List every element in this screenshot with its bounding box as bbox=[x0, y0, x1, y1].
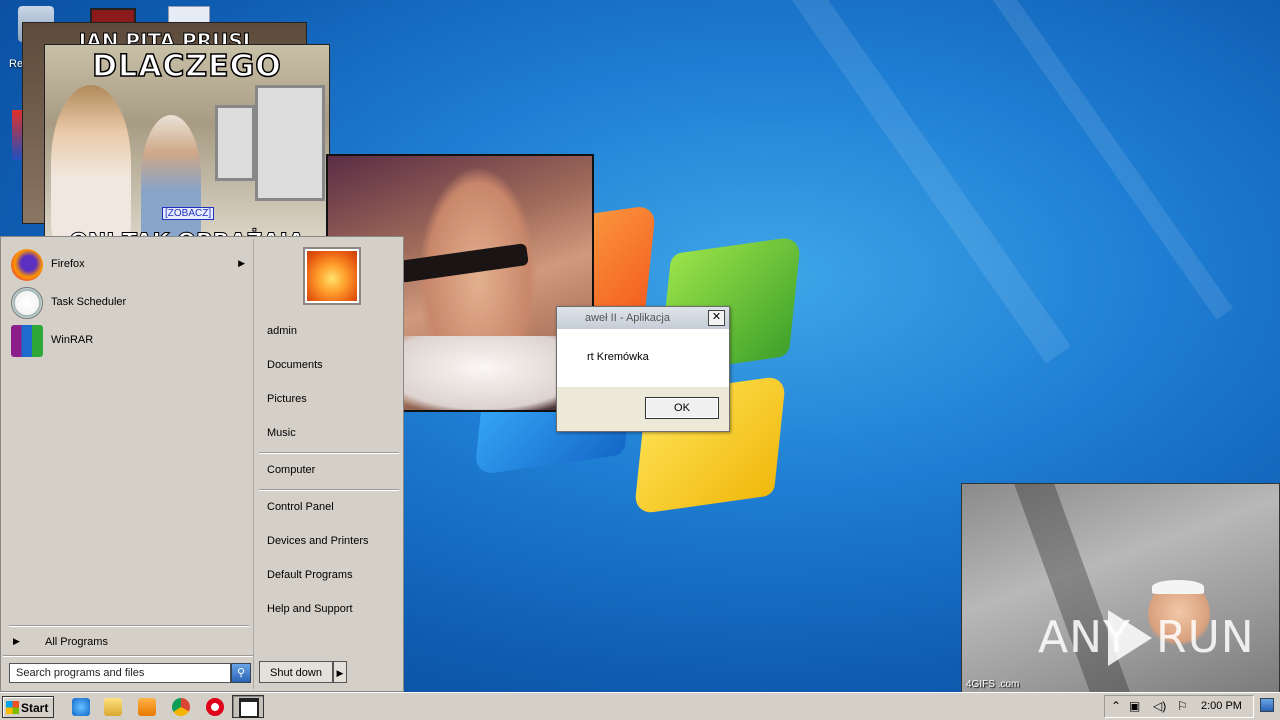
search-input[interactable]: Search programs and files bbox=[9, 663, 231, 683]
search-icon[interactable]: ⚲ bbox=[231, 663, 251, 683]
program-label: Firefox bbox=[51, 258, 85, 270]
show-desktop-icon[interactable] bbox=[1260, 698, 1274, 712]
dialog-message: rt Kremówka bbox=[587, 351, 649, 363]
winrar-icon bbox=[11, 325, 43, 357]
firefox-icon bbox=[11, 249, 43, 281]
clock-icon bbox=[11, 287, 43, 319]
start-item-pictures[interactable]: Pictures bbox=[267, 393, 307, 405]
program-winrar[interactable]: WinRAR bbox=[11, 323, 251, 357]
shutdown-button[interactable]: Shut down bbox=[259, 661, 333, 683]
start-menu-separator bbox=[9, 625, 249, 627]
start-button[interactable]: Start bbox=[2, 696, 54, 718]
flag-icon[interactable]: ⚐ bbox=[1177, 699, 1188, 713]
start-item-help-support[interactable]: Help and Support bbox=[267, 603, 353, 615]
submenu-arrow-icon: ▶ bbox=[238, 258, 245, 268]
window-icon bbox=[239, 698, 259, 718]
internet-explorer-icon[interactable] bbox=[72, 698, 90, 716]
person-graphic bbox=[141, 115, 201, 241]
opera-icon[interactable] bbox=[206, 698, 224, 716]
monitor-graphic bbox=[255, 85, 325, 201]
program-label: Task Scheduler bbox=[51, 296, 127, 308]
start-item-music[interactable]: Music bbox=[267, 427, 296, 439]
all-programs-button[interactable]: ▶ All Programs bbox=[13, 635, 243, 651]
show-hidden-icons-icon[interactable]: ⌃ bbox=[1111, 699, 1121, 713]
dialog-close-button[interactable]: ✕ bbox=[708, 310, 725, 326]
start-item-admin[interactable]: admin bbox=[267, 325, 297, 337]
person-graphic bbox=[51, 85, 131, 241]
wallpaper-beam bbox=[987, 0, 1233, 320]
taskbar-window-button[interactable] bbox=[232, 695, 264, 718]
dialog-title: aweł II - Aplikacja bbox=[557, 307, 729, 329]
program-task-scheduler[interactable]: Task Scheduler bbox=[11, 285, 251, 319]
windows-flag-icon bbox=[6, 701, 19, 714]
start-menu-separator bbox=[3, 655, 253, 657]
shutdown-options-arrow-icon[interactable]: ▶ bbox=[333, 661, 347, 683]
start-label: Start bbox=[21, 701, 49, 715]
start-item-default-programs[interactable]: Default Programs bbox=[267, 569, 353, 581]
start-menu-separator bbox=[259, 452, 399, 454]
start-item-control-panel[interactable]: Control Panel bbox=[267, 501, 334, 513]
zobacz-link[interactable]: [ZOBACZ] bbox=[162, 207, 215, 220]
explorer-icon[interactable] bbox=[104, 698, 122, 716]
start-menu-separator bbox=[259, 489, 399, 491]
message-dialog[interactable]: aweł II - Aplikacja ✕ rt Kremówka OK bbox=[556, 306, 730, 432]
taskbar: Start ⌃ ▣ ◁) ⚐ 2:00 PM bbox=[0, 692, 1280, 720]
program-label: WinRAR bbox=[51, 334, 94, 346]
recycle-bin-label: Re bbox=[9, 58, 24, 70]
watermark-right: RUN bbox=[1156, 612, 1255, 663]
dialog-body: rt Kremówka bbox=[557, 329, 729, 387]
gif-caption: 4GIFS .com bbox=[966, 679, 1020, 690]
program-firefox[interactable]: Firefox ▶ bbox=[11, 247, 251, 281]
chrome-icon[interactable] bbox=[172, 698, 190, 716]
system-tray: ⌃ ▣ ◁) ⚐ 2:00 PM bbox=[1104, 695, 1254, 718]
gif-cap bbox=[1152, 580, 1204, 594]
volume-icon[interactable]: ◁) bbox=[1153, 699, 1166, 713]
start-item-devices-printers[interactable]: Devices and Printers bbox=[267, 535, 369, 547]
user-avatar[interactable] bbox=[303, 247, 361, 305]
start-menu: Firefox ▶ Task Scheduler WinRAR ▶ All Pr… bbox=[0, 236, 404, 692]
watermark-play-icon bbox=[1108, 610, 1152, 666]
start-item-computer[interactable]: Computer bbox=[267, 464, 315, 476]
monitor-graphic bbox=[215, 105, 255, 181]
dialog-ok-button[interactable]: OK bbox=[645, 397, 719, 419]
media-player-icon[interactable] bbox=[138, 698, 156, 716]
meme-image-window[interactable]: DLACZEGO [ZOBACZ] ONI TAK OBRAŻAJĄ bbox=[44, 44, 330, 242]
start-menu-places-pane: admin Documents Pictures Music Computer … bbox=[255, 239, 401, 689]
clock[interactable]: 2:00 PM bbox=[1201, 700, 1242, 712]
start-item-documents[interactable]: Documents bbox=[267, 359, 323, 371]
all-programs-label: All Programs bbox=[45, 636, 108, 648]
start-menu-programs-pane: Firefox ▶ Task Scheduler WinRAR ▶ All Pr… bbox=[3, 239, 254, 689]
meme-front-caption-top: DLACZEGO bbox=[91, 48, 282, 85]
action-center-icon[interactable]: ▣ bbox=[1129, 699, 1140, 713]
all-programs-arrow-icon: ▶ bbox=[13, 636, 20, 646]
